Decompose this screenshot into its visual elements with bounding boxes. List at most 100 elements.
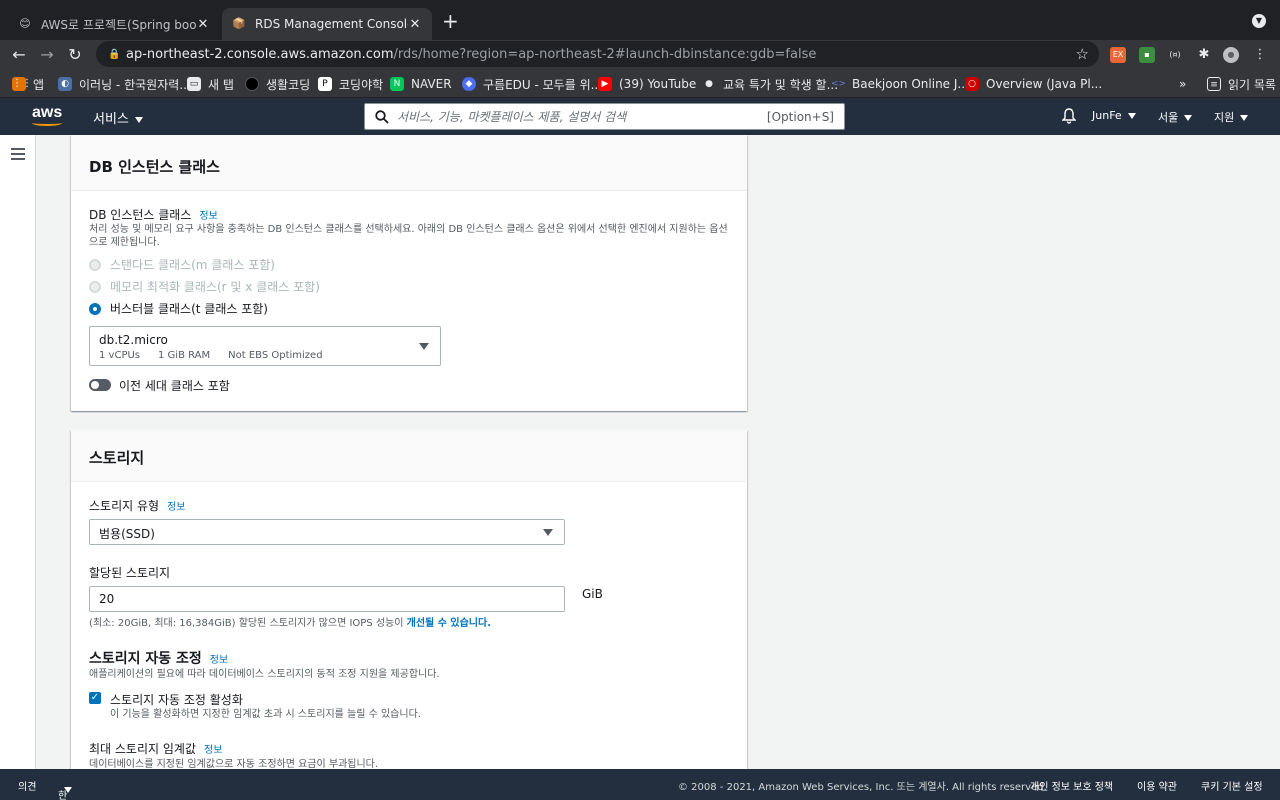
browser-tab-aws-project[interactable]: 😊 AWS로 프로젝트(Spring boot, Ma ✕ [8, 8, 220, 40]
previous-generation-toggle[interactable] [89, 379, 111, 391]
opentutorials-favicon-icon [245, 77, 259, 91]
copyright-text: © 2008 - 2021, Amazon Web Services, Inc.… [678, 782, 1047, 793]
naver-favicon-icon: N [390, 77, 404, 91]
dropdown-triangle-icon [543, 529, 553, 536]
services-menu-button[interactable]: 서비스 [93, 108, 143, 127]
field-label: DB 인스턴스 클래스 [89, 208, 192, 222]
bookmark-star-icon[interactable]: ☆ [1076, 45, 1089, 63]
browser-tab-rds-console[interactable]: 📦 RDS Management Console ✕ [222, 8, 432, 40]
close-tab-icon[interactable]: ✕ [196, 17, 210, 32]
laptop-icon: ▭ [187, 77, 201, 91]
bookmark-apps[interactable]: ⋮⋮ 앱 [12, 76, 44, 92]
region-menu-button[interactable]: 서울 [1158, 109, 1193, 125]
reading-list-button[interactable]: ≡ 읽기 목록 [1207, 76, 1276, 92]
spec-vcpu: 1 vCPUs [99, 350, 141, 361]
bookmark-label: Baekjoon Online J... [852, 77, 969, 91]
bookmark-new-tab[interactable]: ▭ 새 탭 [187, 76, 234, 92]
support-menu-button[interactable]: 지원 [1214, 109, 1249, 125]
iops-improve-link[interactable]: 개선될 수 있습니다. [407, 618, 491, 629]
allocated-storage-hint: (최소: 20GiB, 최대: 16,384GiB) 할당된 스토리지가 많으면… [89, 617, 734, 630]
youtube-icon: ▶ [598, 77, 612, 91]
bookmark-goorm-edu[interactable]: ◆ 구름EDU - 모두를 위... [462, 76, 602, 92]
new-tab-icon[interactable]: + [442, 10, 459, 32]
radio-standard-classes[interactable]: 스탠다드 클래스(m 클래스 포함) [89, 256, 275, 273]
bookmark-apple-edu[interactable]: ● 교육 특가 및 학생 할... [702, 76, 838, 92]
storage-panel: 스토리지 스토리지 유형정보 범용(SSD) 할당된 스토리지 GiB (최소:… [71, 430, 747, 770]
allocated-storage-label: 할당된 스토리지 [89, 566, 171, 580]
info-link[interactable]: 정보 [199, 211, 217, 222]
caret-down-icon [1184, 115, 1193, 121]
instance-class-select[interactable]: db.t2.micro 1 vCPUs 1 GiB RAM Not EBS Opti… [89, 326, 441, 366]
bookmark-opentutorials[interactable]: 생활코딩 [245, 76, 310, 92]
radio-circle-selected [89, 302, 101, 315]
account-menu-button[interactable]: JunFe [1092, 109, 1136, 122]
support-label: 지원 [1214, 111, 1235, 124]
bookmark-codingyahak[interactable]: P 코딩야학 [318, 76, 383, 92]
notifications-bell-icon[interactable] [1061, 108, 1077, 127]
allocated-storage-input[interactable] [89, 586, 565, 612]
code-brackets-icon: <> [831, 79, 847, 89]
spec-ram: 1 GiB RAM [158, 350, 211, 361]
lock-icon: 🔒 [108, 49, 121, 60]
bookmark-naver[interactable]: N NAVER [390, 76, 452, 92]
url-host: ap-northeast-2.console.aws.amazon.com [126, 46, 394, 62]
back-arrow-icon[interactable]: ← [8, 44, 30, 66]
radio-memory-optimized-classes[interactable]: 메모리 최적화 클래스(r 및 x 클래스 포함) [89, 278, 320, 295]
radio-circle [89, 280, 101, 293]
forward-arrow-icon[interactable]: → [36, 44, 58, 66]
radio-burstable-classes[interactable]: 버스터블 클래스(t 클래스 포함) [89, 300, 268, 317]
aws-console-header: aws 서비스 [Option+S] JunFe 서울 지원 [0, 98, 1280, 135]
info-link[interactable]: 정보 [167, 502, 185, 513]
reload-icon[interactable]: ↻ [64, 44, 86, 66]
storage-type-select[interactable]: 범용(SSD) [89, 519, 565, 545]
tab-search-icon[interactable]: ▼ [1252, 14, 1266, 28]
extensions-puzzle-icon[interactable]: ✱ [1196, 47, 1212, 63]
address-bar[interactable]: 🔒 ap-northeast-2.console.aws.amazon.com /… [96, 41, 1099, 67]
close-tab-icon[interactable]: ✕ [408, 17, 422, 32]
bookmark-java-overview[interactable]: ○ Overview (Java Pl... [965, 76, 1102, 92]
info-link[interactable]: 정보 [210, 655, 228, 666]
profile-avatar[interactable]: ● [1223, 47, 1239, 63]
enable-autoscaling-label: 스토리지 자동 조정 활성화 [110, 693, 243, 707]
search-input[interactable] [397, 109, 767, 124]
privacy-policy-link[interactable]: 개인 정보 보호 정책 [1030, 778, 1113, 793]
enable-autoscaling-checkbox[interactable]: ✓ [89, 692, 101, 704]
bookmark-label: 생활코딩 [266, 77, 311, 92]
bookmark-label: 앱 [33, 77, 45, 92]
bookmark-youtube[interactable]: ▶ (39) YouTube [598, 76, 696, 92]
aws-logo[interactable]: aws [32, 104, 64, 128]
tab-title: AWS로 프로젝트(Spring boot, Ma [41, 17, 196, 32]
side-navigation-rail [0, 135, 36, 769]
extension-green-icon[interactable]: ▪ [1139, 47, 1155, 63]
browser-tab-bar: 😊 AWS로 프로젝트(Spring boot, Ma ✕ 📦 RDS Mana… [0, 0, 1280, 40]
storage-autoscaling-description: 애플리케이션의 필요에 따라 데이터베이스 스토리지의 동적 조정 지원을 제공… [89, 669, 440, 680]
terms-link[interactable]: 이용 약관 [1137, 778, 1177, 793]
goorm-favicon-icon: ◆ [462, 77, 476, 91]
bookmarks-bar: ⋮⋮ 앱 ◐ 이러닝 - 한국원자력... ▭ 새 탭 생활코딩 P 코딩야학 N NAV… [0, 70, 1280, 98]
browser-menu-icon[interactable]: ⋮ [1252, 47, 1268, 63]
account-name: JunFe [1092, 109, 1122, 122]
cookie-preferences-link[interactable]: 쿠키 기본 설정 [1201, 778, 1263, 793]
feedback-link[interactable]: 의견 [18, 778, 36, 793]
instance-class-label: DB 인스턴스 클래스 정보 [89, 206, 218, 223]
bookmark-label: Overview (Java Pl... [986, 77, 1103, 91]
reading-list-icon: ≡ [1207, 77, 1221, 91]
radio-circle [89, 258, 101, 271]
apple-icon: ● [705, 79, 713, 89]
instance-class-specs: 1 vCPUs 1 GiB RAM Not EBS Optimized [99, 350, 323, 361]
extension-brackets-icon[interactable]: (¤) [1167, 47, 1183, 63]
bookmarks-overflow-button[interactable]: » [1179, 76, 1186, 92]
bookmark-label: 구름EDU - 모두를 위... [483, 77, 603, 92]
bookmark-label: 교육 특가 및 학생 할... [723, 77, 839, 92]
extension-ex-icon[interactable]: EX [1110, 47, 1126, 63]
bookmark-elearning[interactable]: ◐ 이러닝 - 한국원자력... [58, 76, 191, 92]
unified-search[interactable]: [Option+S] [364, 103, 845, 130]
region-name: 서울 [1158, 111, 1179, 124]
storage-unit-label: GiB [582, 587, 603, 601]
spec-ebs: Not EBS Optimized [228, 350, 323, 361]
aws-logo-text: aws [32, 104, 63, 121]
hamburger-menu-icon[interactable] [11, 148, 25, 160]
info-link[interactable]: 정보 [204, 745, 222, 756]
caret-down-icon [1127, 113, 1136, 119]
bookmark-baekjoon[interactable]: <> Baekjoon Online J... [831, 76, 969, 92]
